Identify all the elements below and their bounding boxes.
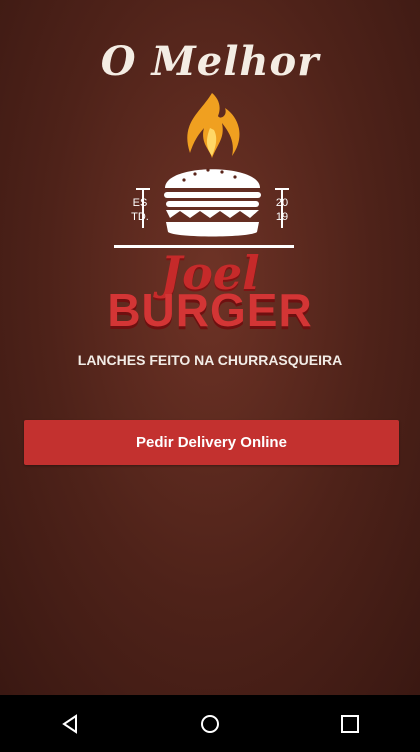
brand-block-name: BURGER xyxy=(107,284,313,336)
est-right-text: 20 xyxy=(276,197,288,209)
order-delivery-button[interactable]: Pedir Delivery Online xyxy=(24,420,399,465)
est-left-text2: TD. xyxy=(131,211,149,223)
tagline: O Melhor xyxy=(100,38,320,85)
flame-icon xyxy=(187,93,240,158)
burger-icon xyxy=(164,168,261,237)
back-triangle-icon xyxy=(62,713,77,734)
back-button[interactable] xyxy=(40,695,100,752)
brand-subtitle: LANCHES FEITO NA CHURRASQUEIRA xyxy=(77,352,343,368)
est-right-text2: 19 xyxy=(276,211,288,223)
splash-screen: O Melhor ES TD. 20 19 Joel BURGER LANCHE… xyxy=(0,0,420,695)
est-left-text: ES xyxy=(133,197,148,209)
android-navigation-bar xyxy=(0,695,420,752)
home-button[interactable] xyxy=(180,695,240,752)
recents-square-icon xyxy=(341,714,359,733)
recents-button[interactable] xyxy=(320,695,380,752)
home-circle-icon xyxy=(201,714,219,733)
